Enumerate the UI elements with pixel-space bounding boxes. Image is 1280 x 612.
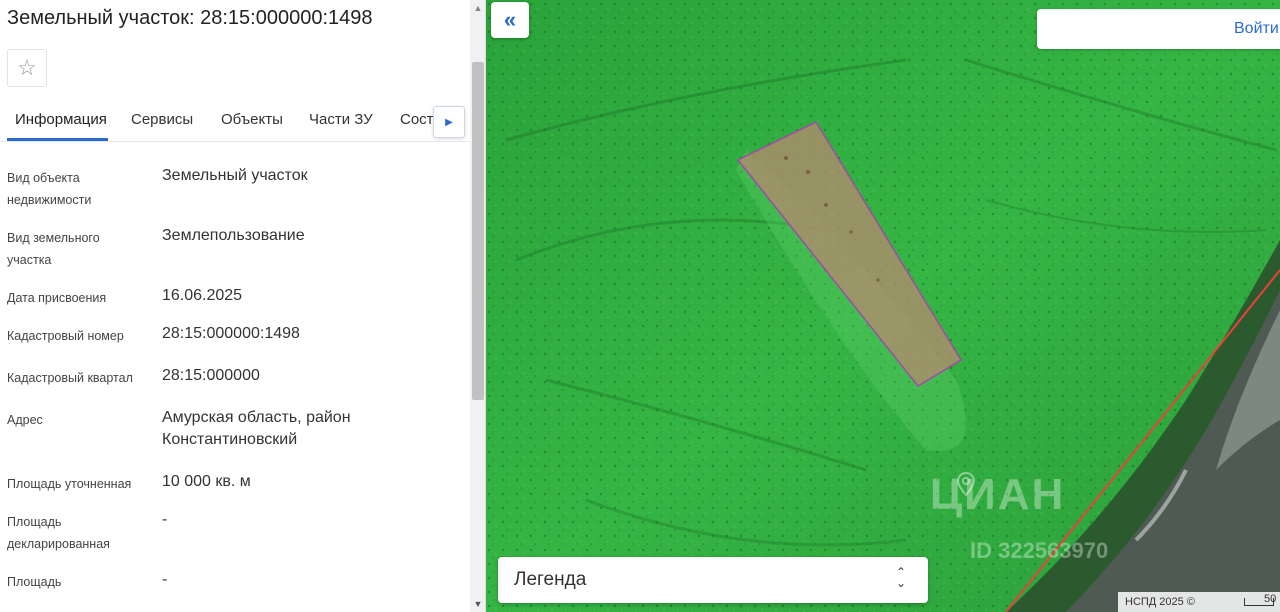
double-chevron-left-icon: « [503, 7, 517, 32]
property-label: Адрес [7, 413, 43, 427]
property-value: 28:15:000000 [162, 367, 260, 384]
property-label: Площадь уточненная [7, 477, 132, 491]
favorite-button[interactable]: ☆ [7, 49, 47, 87]
page-title: Земельный участок: 28:15:000000:1498 [7, 7, 373, 29]
property-label: Дата присвоения [7, 291, 107, 305]
property-label: Площадь [7, 575, 62, 589]
property-value: Землепользование [162, 227, 305, 244]
property-label: Вид земельного участка [7, 231, 100, 267]
map-imagery [486, 0, 1280, 612]
property-value: - [162, 511, 168, 528]
property-value: 16.06.2025 [162, 287, 243, 304]
legend-dropdown[interactable]: Легенда ⌃ ⌄ [498, 557, 928, 603]
info-panel: Земельный участок: 28:15:000000:1498 ☆ И… [0, 0, 486, 612]
active-tab-indicator [7, 138, 108, 141]
star-icon: ☆ [17, 55, 37, 80]
tab-objects[interactable]: Объекты [221, 111, 283, 128]
property-label: Площадь декларированная [7, 515, 110, 551]
property-value: 28:15:000000:1498 [162, 325, 300, 342]
collapse-panel-button[interactable]: « [491, 2, 529, 38]
app-window: Земельный участок: 28:15:000000:1498 ☆ И… [0, 0, 1280, 612]
tabs-scroll-right-button[interactable]: ▶ [433, 106, 465, 138]
property-value: Амурская область, район Константиновский [162, 409, 351, 448]
watermark-id: ID 322563970 [970, 538, 1109, 563]
watermark: ЦИАН [930, 470, 1066, 519]
satellite-map[interactable] [486, 0, 1280, 612]
scale-label: 50 [1264, 593, 1277, 605]
tab-information[interactable]: Информация [15, 111, 107, 128]
chevron-up-down-icon[interactable]: ⌃ ⌄ [892, 566, 910, 593]
scroll-down-arrow-icon[interactable]: ▼ [470, 596, 485, 612]
scroll-up-arrow-icon[interactable]: ▲ [470, 0, 485, 16]
legend-label: Легенда [514, 569, 587, 590]
property-value: 10 000 кв. м [162, 473, 251, 490]
property-value: - [162, 571, 168, 588]
tab-parts[interactable]: Части ЗУ [309, 111, 373, 128]
triangle-right-icon: ▶ [445, 116, 453, 128]
property-label: Вид объекта недвижимости [7, 171, 92, 207]
tab-services[interactable]: Сервисы [131, 111, 193, 128]
property-label: Кадастровый номер [7, 329, 124, 343]
property-label: Кадастровый квартал [7, 371, 133, 385]
tab-bar: Информация Сервисы Объекты Части ЗУ Сост… [0, 100, 470, 142]
login-button[interactable]: Войти [1037, 9, 1280, 49]
property-value: Земельный участок [162, 167, 308, 184]
scroll-thumb[interactable] [472, 62, 484, 400]
panel-scrollbar[interactable]: ▲ ▼ [470, 0, 485, 612]
